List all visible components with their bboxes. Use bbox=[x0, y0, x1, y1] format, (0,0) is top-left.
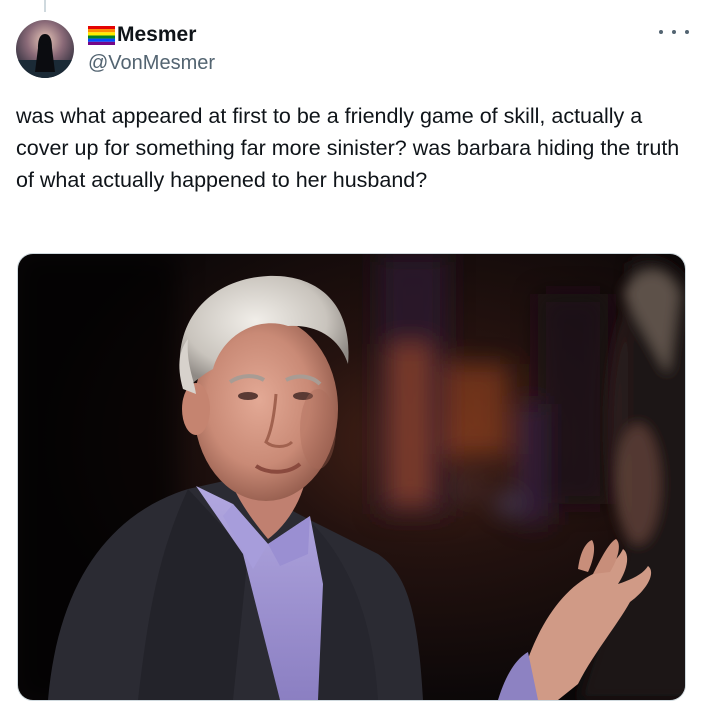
name-row: Mesmer bbox=[88, 22, 215, 48]
more-options-icon bbox=[659, 30, 663, 34]
user-info: Mesmer @VonMesmer bbox=[88, 22, 215, 75]
thread-connector-line bbox=[44, 0, 46, 12]
avatar[interactable] bbox=[16, 20, 74, 78]
tweet-media-image[interactable] bbox=[17, 253, 686, 701]
tweet-text: was what appeared at first to be a frien… bbox=[16, 104, 686, 192]
display-name[interactable]: Mesmer bbox=[117, 23, 196, 47]
rainbow-flag-icon bbox=[88, 25, 115, 45]
more-options-icon-dot bbox=[685, 30, 689, 34]
more-options-button[interactable] bbox=[659, 22, 689, 42]
more-options-icon-dot bbox=[672, 30, 676, 34]
photo-of-gray-haired-man-in-interview bbox=[18, 254, 685, 700]
tweet-card: Mesmer @VonMesmer was what appeared at f… bbox=[0, 0, 709, 721]
user-handle[interactable]: @VonMesmer bbox=[88, 52, 215, 75]
